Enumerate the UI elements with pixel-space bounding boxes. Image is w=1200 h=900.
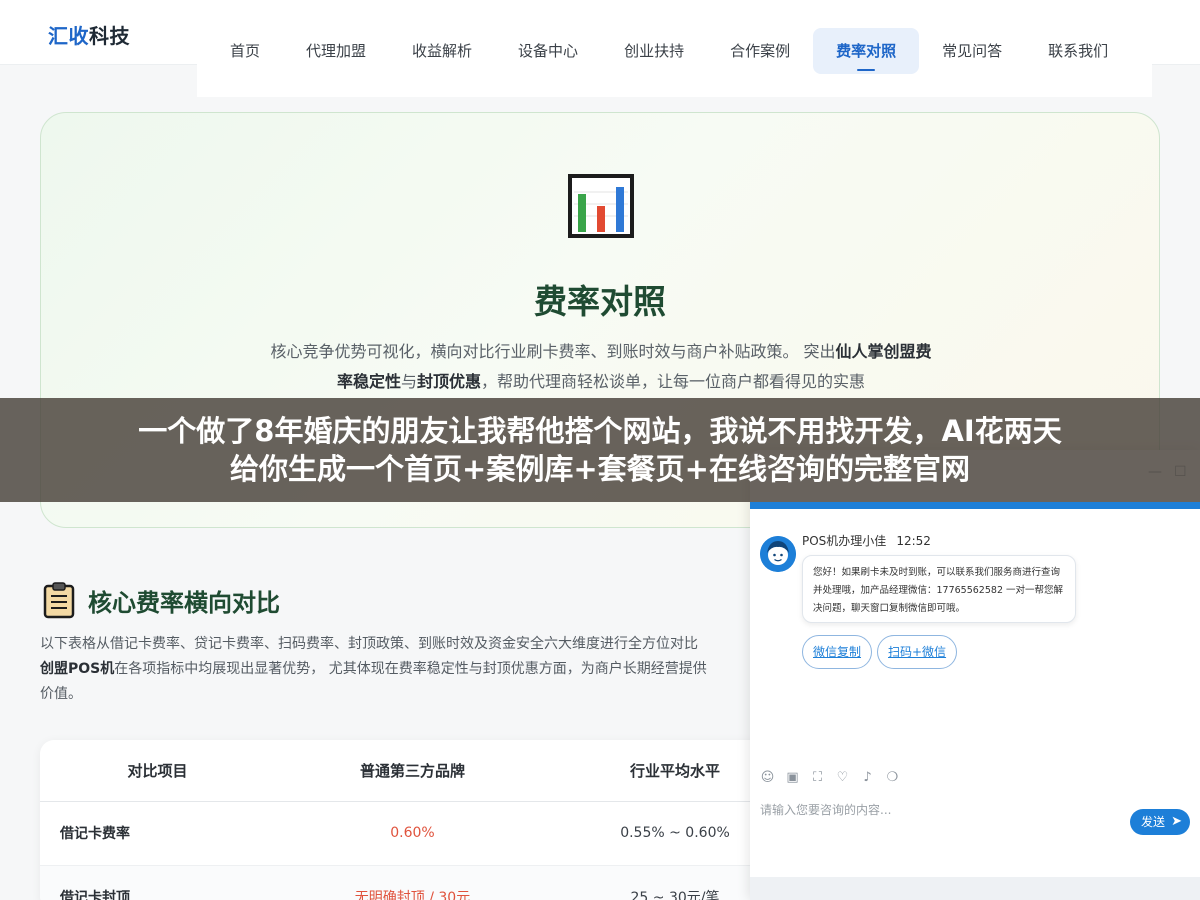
- send-button[interactable]: 发送 ➤: [1130, 809, 1190, 835]
- message-bubble: 您好！如果刷卡未及时到账，可以联系我们服务商进行查询并处理哦，加产品经理微信：1…: [802, 555, 1076, 623]
- hero-desc-highlight2: 封顶优惠: [417, 372, 482, 391]
- screenshot-icon[interactable]: ⛶: [810, 770, 825, 785]
- message-sender: POS机办理小佳 12:52: [802, 532, 931, 549]
- sender-name: POS机办理小佳: [802, 534, 887, 548]
- section-desc-highlight: 创盟POS机: [40, 661, 115, 677]
- caption-line-2: 给你生成一个首页+案例库+套餐页+在线咨询的完整官网: [230, 452, 970, 486]
- section-title: 核心费率横向对比: [88, 589, 280, 617]
- main-nav: 首页 代理加盟 收益解析 设备中心 创业扶持 合作案例 费率对照 常见问答 联系…: [207, 28, 1131, 74]
- nav-item-devices[interactable]: 设备中心: [495, 28, 601, 74]
- hero-desc-part3: ，帮助代理商轻松谈单，让每一位商户都看得见的实惠: [481, 372, 866, 391]
- table-header-cell: 普通第三方品牌: [275, 740, 550, 802]
- hero-desc-part1: 核心竞争优势可视化，横向对比行业刷卡费率、到账时效与商户补贴政策。 突出: [270, 342, 836, 361]
- table-cell: 借记卡封顶: [40, 865, 275, 900]
- table-header-cell: 对比项目: [40, 740, 275, 802]
- rate-comparison-table: 对比项目 普通第三方品牌 行业平均水平 借记卡费率 0.60% 0.55% ~ …: [40, 740, 800, 900]
- copy-wechat-button[interactable]: 微信复制: [802, 635, 873, 669]
- caption-line-1: 一个做了8年婚庆的朋友让我帮他搭个网站，我说不用找开发，AI花两天: [138, 414, 1062, 448]
- nav-item-rate-comparison[interactable]: 费率对照: [813, 28, 920, 74]
- chat-record-icon[interactable]: ❍: [885, 770, 900, 785]
- send-arrow-icon: ➤: [1171, 814, 1182, 829]
- nav-item-earnings[interactable]: 收益解析: [389, 28, 495, 74]
- nav-item-agent-join[interactable]: 代理加盟: [283, 28, 389, 74]
- caption-text: 一个做了8年婚庆的朋友让我帮他搭个网站，我说不用找开发，AI花两天 给你生成一个首…: [0, 412, 1200, 488]
- hero-desc-part2: 与: [400, 372, 417, 391]
- nav-item-faq[interactable]: 常见问答: [919, 28, 1025, 74]
- clipboard-icon: [43, 582, 75, 619]
- hero-title: 费率对照: [534, 282, 666, 321]
- nav-item-startup-support[interactable]: 创业扶持: [601, 28, 707, 74]
- table-cell: 借记卡费率: [40, 801, 275, 866]
- site-logo[interactable]: 汇收科技: [48, 20, 130, 49]
- send-label: 发送: [1141, 815, 1166, 829]
- voice-icon[interactable]: ♪: [860, 770, 875, 785]
- chat-toolbar: ☺ ▣ ⛶ ♡ ♪ ❍: [760, 770, 900, 785]
- nav-item-home[interactable]: 首页: [207, 28, 283, 74]
- section-description: 以下表格从借记卡费率、贷记卡费率、扫码费率、封顶政策、到账时效及资金安全六大维度…: [40, 632, 780, 707]
- agent-avatar: [760, 536, 796, 572]
- caption-banner: 一个做了8年婚庆的朋友让我帮他搭个网站，我说不用找开发，AI花两天 给你生成一个首…: [0, 398, 1200, 502]
- logo-accent: 汇收: [48, 24, 89, 48]
- chat-footer: [750, 877, 1200, 900]
- scan-wechat-button[interactable]: 扫码+微信: [877, 635, 958, 669]
- table-cell: 无明确封顶 / 30元: [275, 865, 550, 900]
- bar-chart-icon: [568, 174, 634, 238]
- evaluate-icon[interactable]: ♡: [835, 770, 850, 785]
- hero-description: 核心竞争优势可视化，横向对比行业刷卡费率、到账时效与商户补贴政策。 突出仙人掌创…: [263, 337, 939, 397]
- chat-message-input[interactable]: [760, 800, 1130, 820]
- table-header-row: 对比项目 普通第三方品牌 行业平均水平: [40, 740, 800, 802]
- chat-accent-bar: [750, 502, 1200, 509]
- logo-rest: 科技: [89, 24, 130, 48]
- table-cell: 0.60%: [275, 801, 550, 866]
- image-icon[interactable]: ▣: [785, 770, 800, 785]
- section-desc-part2: 在各项指标中均展现出显著优势， 尤其体现在费率稳定性与封顶优惠方面，为商户长期经…: [114, 661, 707, 677]
- nav-item-contact[interactable]: 联系我们: [1025, 28, 1131, 74]
- section-desc-part3: 价值。: [40, 686, 82, 702]
- chat-widget: — ☐ POS机办理小佳12:52 您好！如果刷卡未及时到账，可以联系我们服务商…: [750, 450, 1200, 900]
- message-time: 12:52: [896, 534, 931, 548]
- table-row: 借记卡费率 0.60% 0.55% ~ 0.60%: [40, 801, 800, 866]
- table-row: 借记卡封顶 无明确封顶 / 30元 25 ~ 30元/笔: [40, 865, 800, 900]
- emoji-icon[interactable]: ☺: [760, 770, 775, 785]
- section-desc-part1: 以下表格从借记卡费率、贷记卡费率、扫码费率、封顶政策、到账时效及资金安全六大维度…: [40, 636, 698, 652]
- nav-item-cases[interactable]: 合作案例: [707, 28, 813, 74]
